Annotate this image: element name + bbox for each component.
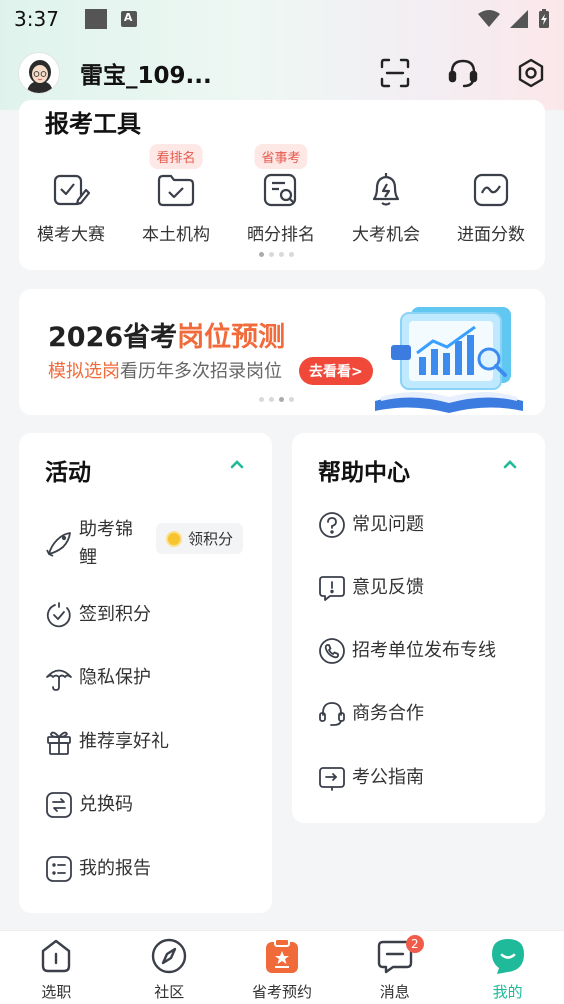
question-icon [319,512,345,538]
item-label: 常见问题 [352,514,424,535]
tab-messages[interactable]: 2 消息 [338,931,451,1004]
tools-title: 报考工具 [45,110,141,138]
chevron-up-icon[interactable] [230,459,244,469]
item-label: 助考锦鲤 [79,519,133,568]
tool-badge: 省事考 [254,144,308,169]
promo-banner[interactable]: 2026省考岗位预测 模拟选岗看历年多次招录岗位 去看看> [19,289,545,415]
tab-community[interactable]: 社区 [113,931,226,1004]
help-item-guide[interactable]: 考公指南 [318,758,424,798]
banner-subtitle-highlight: 模拟选岗 [48,361,120,382]
phone-icon [319,638,345,664]
chevron-up-icon[interactable] [503,459,517,469]
tab-job-select[interactable]: 选职 [0,931,113,1004]
tool-label: 模考大赛 [37,225,105,245]
banner-title-highlight: 岗位预测 [177,322,286,353]
message-count-badge: 2 [405,935,424,953]
item-label: 商务合作 [352,703,424,724]
tab-label: 社区 [154,983,185,1001]
signal-icon [510,10,528,28]
item-label: 签到积分 [79,604,151,625]
clipboard-star-icon [265,938,298,973]
wifi-icon [478,10,500,27]
activity-item-checkin[interactable]: 签到积分 [45,595,151,635]
tab-label: 选职 [41,983,72,1001]
folder-check-icon [156,170,196,210]
item-label: 意见反馈 [352,577,424,598]
notification-icon [84,9,107,29]
avatar-illustration [19,53,59,93]
activity-item-privacy[interactable]: 隐私保护 [45,658,151,698]
help-item-business[interactable]: 商务合作 [318,694,424,734]
avatar[interactable] [18,52,60,94]
tab-me[interactable]: 我的 [451,931,564,1004]
pencil-check-icon [51,170,91,210]
status-time: 3:37 [14,7,59,31]
item-label: 我的报告 [79,858,151,879]
settings-icon[interactable] [514,56,548,90]
banner-pager-dots [259,397,294,402]
tool-label: 晒分排名 [247,225,315,245]
compass-icon [151,938,187,974]
tab-label: 消息 [379,983,410,1001]
banner-subtitle: 模拟选岗看历年多次招录岗位 [48,357,282,383]
activity-item-redeem[interactable]: 兑换码 [45,785,133,825]
help-title: 帮助中心 [318,460,410,486]
tab-label: 我的 [492,983,523,1001]
claim-points-chip[interactable]: 领积分 [156,523,244,554]
help-center-panel: 帮助中心 常见问题 意见反馈 招考单位发布专线 商务合作 考公指南 [292,433,545,823]
tool-label: 大考机会 [352,225,420,245]
item-label: 招考单位发布专线 [352,640,496,661]
tool-badge: 看排名 [149,144,203,169]
tool-label: 进面分数 [457,225,525,245]
exam-tools-card: 报考工具 模考大赛 看排名 本土机构 省事考 晒分排名 大考机会 进面分数 [19,100,545,270]
bottom-tab-bar: 选职 社区 省考预约 2 消息 我的 [0,930,564,1004]
battery-icon [539,9,549,28]
coin-chip-label: 领积分 [188,530,234,548]
tools-pager-dots [259,252,294,257]
item-label: 推荐享好礼 [79,731,169,752]
activity-item-refer[interactable]: 推荐享好礼 [45,722,169,762]
banner-title: 2026省考岗位预测 [48,315,285,354]
activity-item-koi[interactable]: 助考锦鲤 [45,513,155,575]
tool-label: 本土机构 [142,225,210,245]
shield-info-icon [42,939,71,973]
banner-title-prefix: 2026省考 [48,322,178,353]
customer-service-icon[interactable] [446,56,480,90]
user-name[interactable]: 雷宝_109... [80,56,212,90]
app-notification-icon [120,11,137,27]
activity-item-report[interactable]: 我的报告 [45,849,151,889]
guide-icon [319,767,345,791]
chart-book-illustration [375,307,523,413]
check-clock-icon [46,602,71,628]
help-item-feedback[interactable]: 意见反馈 [318,568,424,608]
coin-icon [166,530,182,547]
help-item-hotline[interactable]: 招考单位发布专线 [318,631,496,671]
tab-exam-booking[interactable]: 省考预约 [226,931,339,1004]
umbrella-icon [46,669,72,691]
item-label: 考公指南 [352,767,424,788]
message-icon-wrap: 2 [376,935,424,975]
search-doc-icon [261,170,301,210]
feedback-icon [319,576,345,601]
bell-icon [366,170,406,210]
activity-title: 活动 [45,460,91,486]
scan-icon[interactable] [378,56,412,90]
koi-icon [46,532,71,557]
activity-panel: 活动 助考锦鲤 领积分 签到积分 隐私保护 推荐享好礼 兑换码 我的报告 [19,433,272,913]
trend-icon [471,170,511,210]
item-label: 隐私保护 [79,667,151,688]
list-report-icon [46,856,72,882]
smile-face-icon [491,939,524,974]
user-header: 雷宝_109... [18,50,548,96]
help-item-faq[interactable]: 常见问题 [318,505,424,545]
item-label: 兑换码 [79,794,133,815]
banner-go-button[interactable]: 去看看> [299,357,373,385]
banner-subtitle-rest: 看历年多次招录岗位 [120,361,282,382]
headset-icon [319,702,345,726]
tab-label: 省考预约 [251,983,312,1001]
exchange-icon [46,792,72,818]
gift-icon [47,731,71,755]
status-bar: 3:37 [0,0,564,38]
